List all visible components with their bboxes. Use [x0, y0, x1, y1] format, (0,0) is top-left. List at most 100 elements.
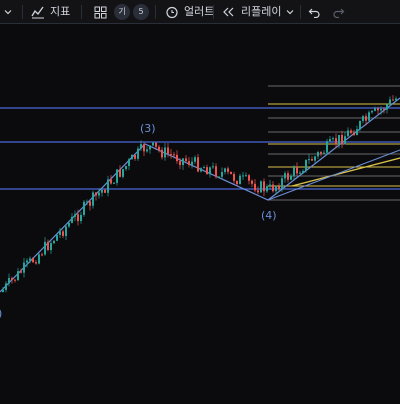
candle-body	[26, 260, 28, 263]
candle-body	[344, 136, 346, 145]
candle-body	[311, 159, 313, 161]
candle-body	[158, 146, 160, 150]
candle-body	[83, 201, 85, 215]
chart-toolbar: 지표 기 5 얼러트 리플레이	[0, 0, 400, 24]
wave-3-label: (3)	[140, 122, 156, 135]
candle-body	[167, 147, 169, 154]
toolbar-divider	[213, 5, 214, 19]
timeframe-pill-left[interactable]: 기	[114, 4, 130, 20]
layouts-button[interactable]	[94, 0, 107, 24]
candle-body	[335, 138, 337, 145]
candle-body	[368, 112, 370, 121]
candle-body	[227, 168, 229, 172]
candle-body	[56, 234, 58, 241]
price-chart[interactable]: (3) (4) )	[0, 25, 400, 400]
candle-body	[146, 149, 148, 152]
candle-body	[143, 144, 145, 152]
timeframe-pill-right[interactable]: 5	[133, 4, 149, 20]
chart-canvas[interactable]	[0, 25, 400, 400]
candle-body	[47, 241, 49, 251]
candle-body	[191, 161, 193, 165]
candle-body	[302, 170, 304, 173]
candle-body	[74, 214, 76, 217]
candle-body	[245, 175, 247, 177]
alarm-clock-icon	[166, 6, 178, 19]
alerts-button[interactable]: 얼러트	[165, 0, 214, 24]
candle-body	[347, 130, 349, 137]
wave-4-label: (4)	[261, 209, 277, 222]
candle-body	[269, 184, 271, 187]
candle-body	[20, 271, 22, 273]
candle-body	[113, 182, 115, 184]
chevron-down-icon[interactable]	[284, 0, 296, 24]
chevron-down-icon[interactable]	[2, 0, 14, 24]
candle-body	[41, 254, 43, 256]
candle-body	[140, 144, 142, 149]
candle-body	[35, 262, 37, 264]
candle-body	[380, 108, 382, 111]
toolbar-divider	[300, 5, 301, 19]
candle-body	[95, 192, 97, 196]
candle-body	[323, 152, 325, 154]
candle-body	[179, 161, 181, 166]
candle-body	[320, 152, 322, 154]
replay-button[interactable]: 리플레이	[222, 0, 281, 24]
indicators-button[interactable]: 지표	[31, 0, 70, 24]
candle-body	[134, 155, 136, 159]
candle-body	[125, 165, 127, 170]
fib-retracement-levels[interactable]	[268, 85, 400, 201]
candle-body	[317, 152, 319, 157]
candle-body	[107, 179, 109, 193]
candle-body	[29, 258, 31, 261]
candle-body	[296, 166, 298, 174]
trend-line[interactable]	[291, 157, 400, 187]
candle-body	[173, 154, 175, 156]
undo-button[interactable]	[308, 0, 321, 24]
candle-body	[260, 181, 262, 193]
candle-body	[149, 145, 151, 150]
redo-button[interactable]	[332, 0, 345, 24]
candle-body	[32, 258, 34, 263]
candle-body	[236, 180, 238, 185]
toolbar-divider	[155, 5, 156, 19]
grid-icon	[94, 6, 107, 18]
candle-body	[272, 184, 274, 192]
candle-body	[362, 116, 364, 121]
candle-body	[110, 179, 112, 184]
candle-body	[308, 159, 310, 161]
candle-body	[89, 201, 91, 206]
elliott-wave-path[interactable]	[0, 97, 400, 293]
toolbar-divider	[81, 5, 82, 19]
alerts-label: 얼러트	[184, 5, 215, 18]
candle-body	[350, 130, 352, 133]
candle-body	[329, 139, 331, 142]
redo-icon	[333, 8, 345, 18]
candle-body	[284, 173, 286, 179]
candle-body	[92, 192, 94, 206]
candle-body	[101, 189, 103, 193]
candle-body	[221, 172, 223, 177]
candle-body	[218, 176, 220, 178]
candle-body	[14, 279, 16, 281]
candle-body	[104, 189, 106, 193]
candle-body	[374, 108, 376, 111]
indicators-label: 지표	[50, 5, 71, 18]
candle-body	[389, 99, 391, 105]
candle-body	[98, 192, 100, 196]
replay-label: 리플레이	[241, 5, 282, 18]
candle-body	[44, 241, 46, 255]
candle-body	[386, 104, 388, 110]
candle-body	[185, 158, 187, 162]
candle-body	[71, 216, 73, 223]
undo-icon	[308, 8, 320, 18]
candle-body	[263, 181, 265, 192]
candle-body	[224, 168, 226, 173]
candle-body	[251, 180, 253, 184]
candle-body	[287, 173, 289, 180]
candle-body	[359, 120, 361, 130]
candle-body	[371, 110, 373, 113]
candle-body	[155, 142, 157, 147]
candle-body	[128, 159, 130, 166]
candle-body	[293, 166, 295, 176]
candle-body	[86, 201, 88, 203]
